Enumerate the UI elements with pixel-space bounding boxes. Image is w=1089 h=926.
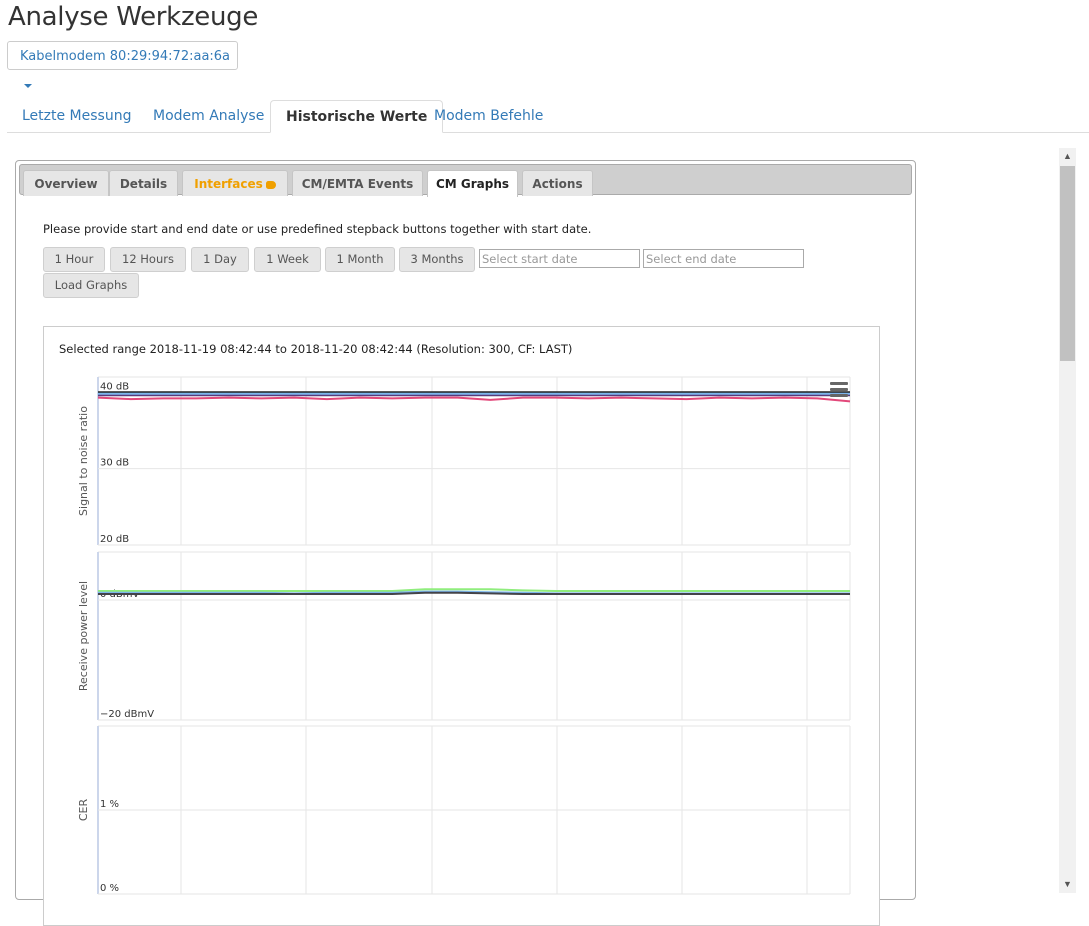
tab-cm-emta-events[interactable]: CM/EMTA Events	[292, 170, 423, 196]
instructions-text: Please provide start and end date or use…	[43, 222, 592, 236]
end-date-input[interactable]	[643, 249, 804, 268]
stepback-1-day-button[interactable]: 1 Day	[191, 247, 249, 272]
y-tick-label: 0 %	[100, 883, 119, 894]
tab-modem-analyse[interactable]: Modem Analyse	[138, 100, 279, 132]
warning-hand-icon	[265, 180, 276, 189]
tab-actions[interactable]: Actions	[522, 170, 593, 196]
y-tick-label: 30 dB	[100, 458, 129, 469]
stepback-1-week-button[interactable]: 1 Week	[254, 247, 321, 272]
y-tick-label: 40 dB	[100, 381, 129, 392]
device-dropdown-label: Kabelmodem 80:29:94:72:aa:6a	[20, 49, 231, 64]
y-axis-title: Signal to noise ratio	[77, 406, 90, 516]
panel-tabbar: Overview Details Interfaces CM/EMTA Even…	[19, 164, 912, 197]
y-tick-label: 1 %	[100, 799, 119, 810]
tab-details[interactable]: Details	[109, 170, 178, 196]
y-tick-label: −20 dBmV	[100, 709, 154, 720]
scroll-down-icon[interactable]: ▼	[1059, 876, 1076, 893]
start-date-input[interactable]	[479, 249, 640, 268]
stepback-1-month-button[interactable]: 1 Month	[325, 247, 395, 272]
tab-overview[interactable]: Overview	[23, 170, 109, 196]
device-dropdown[interactable]: Kabelmodem 80:29:94:72:aa:6a	[7, 41, 238, 88]
y-axis-title: Receive power level	[77, 581, 90, 691]
series-line	[97, 396, 851, 403]
stepback-3-months-button[interactable]: 3 Months	[399, 247, 475, 272]
graph-container: Selected range 2018-11-19 08:42:44 to 20…	[43, 326, 880, 926]
scroll-thumb[interactable]	[1060, 166, 1075, 361]
cm-graphs-panel: Overview Details Interfaces CM/EMTA Even…	[15, 160, 916, 926]
series-line	[98, 588, 850, 592]
load-graphs-button[interactable]: Load Graphs	[43, 273, 139, 298]
cm-graphs-chart: 40 dB30 dB20 dBSignal to noise ratio0 dB…	[77, 376, 851, 895]
y-axis-title: CER	[77, 799, 90, 822]
tab-historische-werte[interactable]: Historische Werte	[270, 100, 444, 133]
main-tabs: Letzte Messung Modem Analyse Historische…	[7, 100, 1089, 133]
scroll-up-icon[interactable]: ▲	[1059, 148, 1076, 165]
y-tick-label: 20 dB	[100, 534, 129, 545]
page-title: Analyse Werkzeuge	[8, 2, 259, 32]
tab-cm-graphs[interactable]: CM Graphs	[427, 170, 518, 197]
tab-interfaces-label: Interfaces	[194, 177, 263, 191]
caret-down-icon	[24, 83, 32, 88]
stepback-1-hour-button[interactable]: 1 Hour	[43, 247, 105, 272]
tab-modem-befehle[interactable]: Modem Befehle	[419, 100, 558, 132]
hamburger-menu-icon[interactable]	[830, 382, 848, 398]
tab-interfaces[interactable]: Interfaces	[182, 170, 288, 196]
stepback-12-hours-button[interactable]: 12 Hours	[110, 247, 186, 272]
page-scrollbar[interactable]: ▲ ▼	[1059, 148, 1076, 893]
tab-letzte-messung[interactable]: Letzte Messung	[7, 100, 146, 132]
